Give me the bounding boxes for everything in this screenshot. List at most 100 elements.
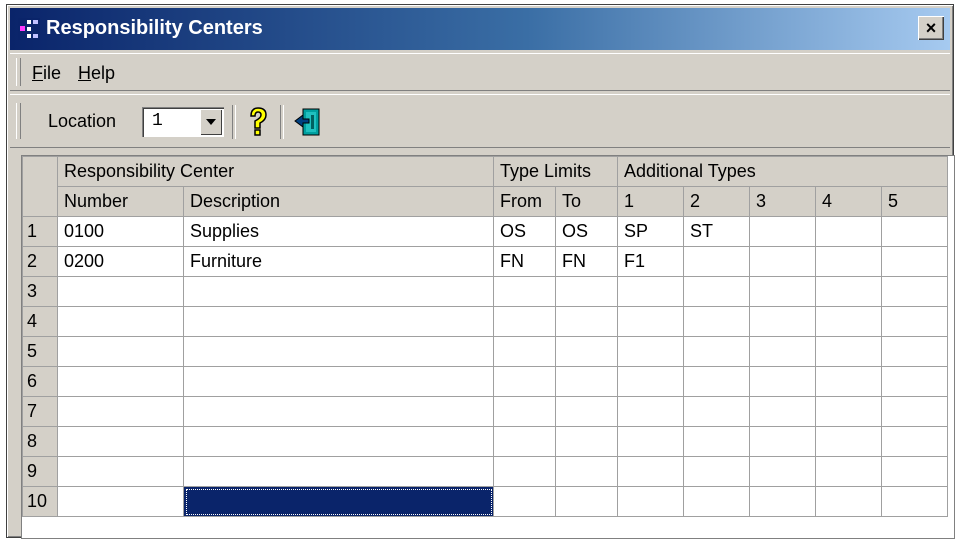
row-header[interactable]: 5 bbox=[22, 336, 58, 367]
table-row[interactable]: 10 bbox=[22, 486, 948, 517]
cell-type-4[interactable] bbox=[815, 246, 882, 277]
column-header-type-4[interactable]: 4 bbox=[815, 186, 882, 217]
cell-to[interactable] bbox=[555, 486, 618, 517]
cell-type-1[interactable] bbox=[617, 276, 684, 307]
cell-to[interactable] bbox=[555, 456, 618, 487]
cell-type-3[interactable] bbox=[749, 246, 816, 277]
cell-to[interactable] bbox=[555, 306, 618, 337]
cell-type-2[interactable] bbox=[683, 366, 750, 397]
cell-description[interactable] bbox=[183, 336, 494, 367]
menu-help[interactable]: Help bbox=[78, 63, 115, 84]
cell-type-1[interactable] bbox=[617, 336, 684, 367]
cell-to[interactable] bbox=[555, 336, 618, 367]
cell-number[interactable] bbox=[57, 276, 184, 307]
responsibility-grid[interactable]: Responsibility Center Type Limits Additi… bbox=[21, 155, 955, 539]
cell-type-5[interactable] bbox=[881, 486, 948, 517]
cell-type-2[interactable] bbox=[683, 426, 750, 457]
cell-from[interactable] bbox=[493, 486, 556, 517]
cell-from[interactable] bbox=[493, 426, 556, 457]
cell-type-5[interactable] bbox=[881, 216, 948, 247]
row-header[interactable]: 8 bbox=[22, 426, 58, 457]
cell-type-5[interactable] bbox=[881, 396, 948, 427]
cell-type-4[interactable] bbox=[815, 216, 882, 247]
cell-number[interactable] bbox=[57, 426, 184, 457]
cell-type-1[interactable] bbox=[617, 306, 684, 337]
column-header-from[interactable]: From bbox=[493, 186, 556, 217]
column-header-type-5[interactable]: 5 bbox=[881, 186, 948, 217]
cell-description[interactable]: Supplies bbox=[183, 216, 494, 247]
table-row[interactable]: 8 bbox=[22, 426, 948, 457]
cell-number[interactable] bbox=[57, 486, 184, 517]
cell-from[interactable] bbox=[493, 366, 556, 397]
cell-description[interactable]: Furniture bbox=[183, 246, 494, 277]
column-header-to[interactable]: To bbox=[555, 186, 618, 217]
cell-to[interactable] bbox=[555, 276, 618, 307]
row-header[interactable]: 1 bbox=[22, 216, 58, 247]
cell-type-2[interactable] bbox=[683, 486, 750, 517]
row-header[interactable]: 4 bbox=[22, 306, 58, 337]
close-button[interactable]: × bbox=[918, 16, 944, 40]
column-header-type-3[interactable]: 3 bbox=[749, 186, 816, 217]
title-bar[interactable]: Responsibility Centers × bbox=[10, 8, 950, 50]
cell-type-5[interactable] bbox=[881, 276, 948, 307]
column-header-number[interactable]: Number bbox=[57, 186, 184, 217]
cell-type-5[interactable] bbox=[881, 456, 948, 487]
table-row[interactable]: 3 bbox=[22, 276, 948, 307]
cell-type-3[interactable] bbox=[749, 396, 816, 427]
cell-type-3[interactable] bbox=[749, 336, 816, 367]
location-dropdown-button[interactable] bbox=[200, 109, 222, 135]
cell-type-2[interactable] bbox=[683, 456, 750, 487]
cell-description[interactable] bbox=[183, 396, 494, 427]
toolbar-grip[interactable] bbox=[16, 103, 21, 139]
cell-type-4[interactable] bbox=[815, 276, 882, 307]
cell-type-3[interactable] bbox=[749, 216, 816, 247]
row-header[interactable]: 2 bbox=[22, 246, 58, 277]
cell-type-2[interactable] bbox=[683, 396, 750, 427]
cell-type-2[interactable] bbox=[683, 276, 750, 307]
cell-type-5[interactable] bbox=[881, 246, 948, 277]
cell-description[interactable] bbox=[183, 456, 494, 487]
cell-from[interactable]: FN bbox=[493, 246, 556, 277]
column-header-type-1[interactable]: 1 bbox=[617, 186, 684, 217]
cell-type-4[interactable] bbox=[815, 456, 882, 487]
menu-file[interactable]: File bbox=[32, 63, 61, 84]
cell-type-5[interactable] bbox=[881, 336, 948, 367]
cell-from[interactable] bbox=[493, 336, 556, 367]
table-row[interactable]: 7 bbox=[22, 396, 948, 427]
cell-type-3[interactable] bbox=[749, 456, 816, 487]
cell-description[interactable] bbox=[183, 276, 494, 307]
table-row[interactable]: 4 bbox=[22, 306, 948, 337]
cell-type-1[interactable] bbox=[617, 396, 684, 427]
row-header[interactable]: 3 bbox=[22, 276, 58, 307]
cell-type-3[interactable] bbox=[749, 486, 816, 517]
cell-to[interactable] bbox=[555, 366, 618, 397]
column-header-description[interactable]: Description bbox=[183, 186, 494, 217]
cell-number[interactable] bbox=[57, 366, 184, 397]
table-row[interactable]: 1 0100 Supplies OS OS SP ST bbox=[22, 216, 948, 247]
cell-type-4[interactable] bbox=[815, 486, 882, 517]
exit-button[interactable] bbox=[292, 105, 324, 139]
cell-type-1[interactable] bbox=[617, 426, 684, 457]
cell-from[interactable] bbox=[493, 276, 556, 307]
row-header[interactable]: 10 bbox=[22, 486, 58, 517]
cell-type-5[interactable] bbox=[881, 426, 948, 457]
cell-to[interactable] bbox=[555, 396, 618, 427]
help-button[interactable] bbox=[242, 105, 274, 139]
cell-type-3[interactable] bbox=[749, 276, 816, 307]
cell-type-1[interactable]: F1 bbox=[617, 246, 684, 277]
cell-type-4[interactable] bbox=[815, 366, 882, 397]
cell-from[interactable] bbox=[493, 306, 556, 337]
cell-type-5[interactable] bbox=[881, 306, 948, 337]
cell-type-2[interactable]: ST bbox=[683, 216, 750, 247]
row-header[interactable]: 6 bbox=[22, 366, 58, 397]
cell-type-3[interactable] bbox=[749, 366, 816, 397]
row-header[interactable]: 7 bbox=[22, 396, 58, 427]
cell-number[interactable]: 0100 bbox=[57, 216, 184, 247]
cell-type-2[interactable] bbox=[683, 306, 750, 337]
table-row[interactable]: 9 bbox=[22, 456, 948, 487]
cell-from[interactable] bbox=[493, 396, 556, 427]
cell-type-1[interactable]: SP bbox=[617, 216, 684, 247]
table-row[interactable]: 2 0200 Furniture FN FN F1 bbox=[22, 246, 948, 277]
cell-type-4[interactable] bbox=[815, 306, 882, 337]
row-header[interactable]: 9 bbox=[22, 456, 58, 487]
